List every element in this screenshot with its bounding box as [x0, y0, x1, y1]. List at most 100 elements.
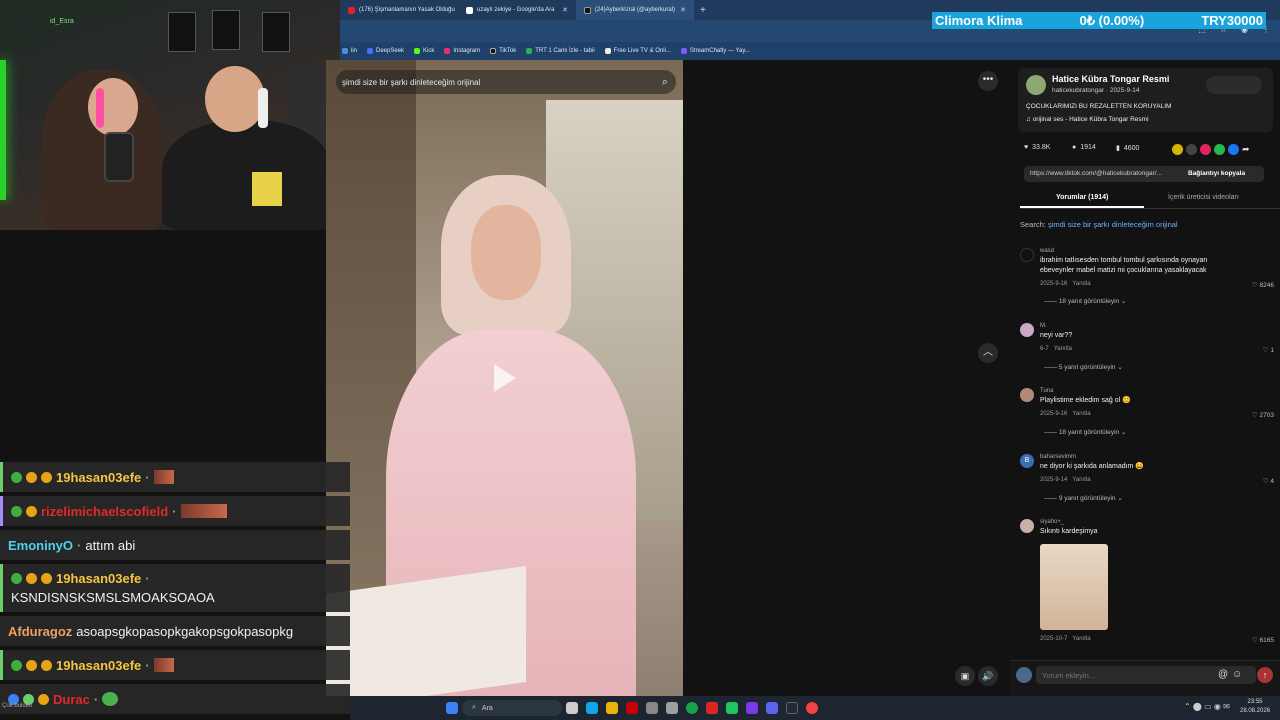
chat-username[interactable]: 19hasan03efe: [56, 571, 141, 586]
bookmark[interactable]: TikTok: [490, 48, 516, 54]
badge-icon: [38, 693, 49, 705]
comment-likes[interactable]: ♡ 6165: [1252, 636, 1274, 644]
copy-link-button[interactable]: Bağlantıyı kopyala: [1188, 170, 1245, 177]
avatar[interactable]: [1020, 323, 1034, 337]
bookmark[interactable]: Free Live TV & Onli...: [604, 48, 671, 54]
avatar[interactable]: [1020, 388, 1034, 402]
bookmark[interactable]: StreamChatly — Yay...: [680, 48, 750, 54]
task-view-icon[interactable]: [566, 702, 578, 714]
bookmark[interactable]: Kick: [414, 48, 434, 54]
chat-username[interactable]: Afduragoz: [8, 624, 72, 639]
volume-icon[interactable]: 🔊: [978, 666, 998, 686]
view-replies[interactable]: —— 18 yanıt görüntüleyin ⌄: [1044, 428, 1126, 436]
calculator-icon[interactable]: [646, 702, 658, 714]
avatar[interactable]: [1020, 519, 1034, 533]
app-icon[interactable]: [626, 702, 638, 714]
reply-button[interactable]: Yanıtla: [1072, 411, 1090, 417]
chat-text: attım abi: [85, 537, 136, 553]
whatsapp-icon[interactable]: [1214, 144, 1225, 155]
chevron-up-icon[interactable]: ︿: [978, 343, 998, 363]
app-icon[interactable]: [746, 702, 758, 714]
comment-likes[interactable]: ♡ 2703: [1252, 411, 1274, 419]
comment-username[interactable]: baharsevimm: [1040, 454, 1076, 460]
view-replies[interactable]: —— 5 yanıt görüntüleyin ⌄: [1044, 363, 1123, 371]
more-options-icon[interactable]: •••: [978, 71, 998, 91]
view-replies[interactable]: —— 18 yanıt görüntüleyin ⌄: [1044, 297, 1126, 305]
comment-username[interactable]: siyaho+_: [1040, 519, 1064, 525]
comment-text: Sıkıntı kardeşimya: [1040, 528, 1098, 535]
save-count[interactable]: ▮ 4600: [1116, 144, 1139, 153]
bookmark[interactable]: lin: [342, 48, 357, 54]
bookmark[interactable]: Instagram: [444, 48, 480, 54]
reply-button[interactable]: Yanıtla: [1072, 636, 1090, 642]
facebook-icon[interactable]: [1228, 144, 1239, 155]
face: [471, 205, 541, 300]
chat-message: Durac ·: [0, 684, 350, 714]
send-icon[interactable]: ↑: [1257, 667, 1273, 683]
reply-button[interactable]: Yanıtla: [1072, 281, 1090, 287]
comment-username[interactable]: M.: [1040, 323, 1047, 329]
share-arrow-icon[interactable]: ➦: [1242, 144, 1250, 155]
steam-icon[interactable]: [786, 702, 798, 714]
chat-username[interactable]: rizelimichaelscofield: [41, 504, 168, 519]
like-count[interactable]: ♥ 33.8K: [1024, 144, 1050, 151]
chrome-icon[interactable]: [686, 702, 698, 714]
comment-username[interactable]: Tuna: [1040, 388, 1053, 394]
tray-icons[interactable]: ⌃ ⬤ ▭ ◉ ✉: [1184, 702, 1230, 711]
heart-icon: ♥: [1024, 144, 1029, 151]
browser-tab[interactable]: uzaylı zekiye - Google'da Ara ✕: [458, 0, 576, 20]
bookmark[interactable]: DeepSeek: [367, 48, 404, 54]
my-avatar: [1016, 667, 1032, 683]
start-icon[interactable]: [446, 702, 458, 714]
folder-icon[interactable]: [606, 702, 618, 714]
reply-button[interactable]: Yanıtla: [1054, 346, 1072, 352]
reply-button[interactable]: Yanıtla: [1072, 477, 1090, 483]
discord-icon[interactable]: [766, 702, 778, 714]
search-suggestion[interactable]: Search: şimdi size bir şarkı dinleteceği…: [1020, 220, 1178, 229]
video-search-bar[interactable]: şimdi size bir şarkı dinleteceğim orijin…: [336, 70, 676, 94]
post-link[interactable]: https://www.tiktok.com/@haticekubratonga…: [1030, 170, 1182, 177]
coin-icon[interactable]: [1172, 144, 1183, 155]
youtube-icon[interactable]: [706, 702, 718, 714]
tab-comments[interactable]: Yorumlar (1914): [1056, 194, 1108, 201]
comment-count[interactable]: ● 1914: [1072, 144, 1096, 151]
close-icon[interactable]: ✕: [562, 6, 568, 14]
comment-likes[interactable]: ♡ 4: [1263, 477, 1274, 485]
close-icon[interactable]: ✕: [680, 6, 686, 14]
search-icon[interactable]: ⌕: [662, 76, 668, 89]
whatsapp-icon[interactable]: [726, 702, 738, 714]
author-name[interactable]: Hatice Kübra Tongar Resmi: [1052, 74, 1169, 84]
embed-icon[interactable]: [1186, 144, 1197, 155]
bookmark[interactable]: TRT 1 Canlı İzle - tabii: [526, 48, 595, 54]
chat-username[interactable]: 19hasan03efe: [56, 658, 141, 673]
avatar[interactable]: B: [1020, 454, 1034, 468]
comment-likes[interactable]: ♡ 1: [1263, 346, 1274, 354]
tab-creator-videos[interactable]: İçerik üreticisi videoları: [1168, 194, 1239, 201]
chat-username[interactable]: EmoninyO: [8, 538, 73, 553]
mention-icon[interactable]: @: [1218, 669, 1228, 680]
weather-label[interactable]: Çok bulutlu: [2, 703, 32, 709]
browser-tab-active[interactable]: (24)AyberkUral (@ayberkural) ✕: [576, 0, 694, 20]
comment-image[interactable]: [1040, 544, 1108, 630]
comment-likes[interactable]: ♡ 8246: [1252, 281, 1274, 289]
send-icon[interactable]: [1200, 144, 1211, 155]
video-player[interactable]: [326, 60, 683, 696]
post-sound[interactable]: ♫ orijinal ses - Hatice Kübra Tongar Res…: [1026, 116, 1149, 123]
play-icon[interactable]: [494, 364, 516, 392]
clock[interactable]: 23:55 28.08.2026: [1240, 698, 1270, 716]
taskbar-search[interactable]: ⌕ Ara: [462, 700, 562, 716]
emoji-icon[interactable]: ☺: [1232, 669, 1242, 680]
pip-icon[interactable]: ▣: [955, 666, 975, 686]
view-replies[interactable]: —— 9 yanıt görüntüleyin ⌄: [1044, 494, 1123, 502]
edge-icon[interactable]: [586, 702, 598, 714]
browser-tab[interactable]: (176) Şişmanlamanın Yasak Olduğu✕: [340, 0, 458, 20]
comment-username[interactable]: wasd: [1040, 248, 1054, 254]
author-avatar[interactable]: [1026, 75, 1046, 95]
obs-icon[interactable]: [806, 702, 818, 714]
chat-username[interactable]: 19hasan03efe: [56, 470, 141, 485]
follow-button[interactable]: [1206, 76, 1262, 94]
new-tab-button[interactable]: +: [694, 5, 712, 16]
avatar[interactable]: [1020, 248, 1034, 262]
app-icon[interactable]: [666, 702, 678, 714]
chat-username[interactable]: Durac: [53, 692, 90, 707]
